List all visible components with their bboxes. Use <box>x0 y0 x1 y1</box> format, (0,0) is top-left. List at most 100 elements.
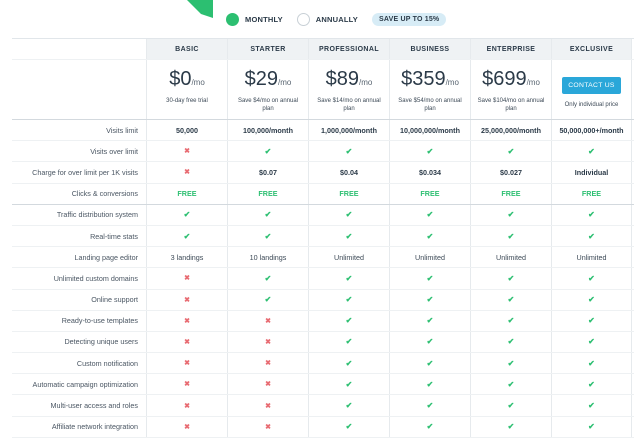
feature-cell-basic: ✖ <box>146 374 227 395</box>
feature-cell-exclusive: ✔ <box>551 289 632 310</box>
feature-cell-professional: ✔ <box>308 353 389 374</box>
feature-value: 1,000,000/month <box>321 125 377 135</box>
feature-label: Unlimited custom domains <box>53 273 138 283</box>
feature-cell-professional: ✔ <box>308 310 389 331</box>
check-icon: ✔ <box>345 273 353 283</box>
feature-cell-exclusive: ✔ <box>551 416 632 437</box>
check-icon: ✔ <box>426 210 434 220</box>
feature-value: $0.04 <box>340 167 358 177</box>
feature-cell-professional: 1,000,000/month <box>308 120 389 141</box>
feature-cell-exclusive: ✔ <box>551 353 632 374</box>
feature-cell-enterprise: ✔ <box>470 374 551 395</box>
feature-cell-exclusive: ✔ <box>551 225 632 247</box>
feature-cell-enterprise: ✔ <box>470 141 551 162</box>
contact-us-button[interactable]: CONTACT US <box>562 77 621 94</box>
feature-cell-professional: FREE <box>308 183 389 204</box>
check-icon: ✔ <box>345 231 353 241</box>
feature-cell-starter: ✔ <box>227 225 308 247</box>
feature-cell-professional: ✔ <box>308 331 389 353</box>
plan-name-exclusive: EXCLUSIVE <box>551 39 632 59</box>
monthly-label[interactable]: MONTHLY <box>245 15 283 24</box>
check-icon: ✔ <box>588 422 595 432</box>
feature-cell-basic: ✖ <box>146 353 227 374</box>
table-row: Clicks & conversions FREE FREE FREE FREE FREE… <box>12 183 634 205</box>
feature-cell-exclusive: ✔ <box>551 395 632 416</box>
annually-radio[interactable] <box>296 12 310 26</box>
feature-cell-enterprise: ✔ <box>470 416 551 437</box>
save-badge: SAVE UP TO 15% <box>371 12 447 26</box>
check-icon: ✔ <box>264 295 272 305</box>
check-icon: ✔ <box>426 316 434 326</box>
feature-label: Custom notification <box>76 358 138 368</box>
check-icon: ✔ <box>426 146 434 156</box>
feature-value: 3 landings <box>170 252 204 262</box>
plan-name-enterprise: ENTERPRISE <box>470 39 551 59</box>
check-icon: ✔ <box>588 146 595 156</box>
feature-cell-professional: $0.04 <box>308 162 389 183</box>
feature-cell-starter: ✔ <box>227 289 308 310</box>
plan-name-basic: BASIC <box>146 39 227 59</box>
feature-cell-exclusive: ✔ <box>551 204 632 225</box>
check-icon: ✔ <box>264 231 272 241</box>
feature-cell-exclusive: FREE <box>551 183 632 204</box>
price-note-starter: Save $4/mo on annual plan <box>237 98 299 112</box>
check-icon: ✔ <box>345 401 353 411</box>
feature-cell-business: ✔ <box>389 416 470 437</box>
table-row: Traffic distribution system ✔ ✔ ✔ ✔ ✔ ✔ <box>12 204 634 226</box>
price-note-business: Save $54/mo on annual plan <box>398 98 462 112</box>
feature-cell-starter: ✖ <box>227 395 308 416</box>
feature-cell-basic: ✖ <box>146 310 227 331</box>
price-cell-enterprise: $699/mo Save $104/mo on annual plan <box>470 60 551 119</box>
price-starter: $29/mo <box>244 68 292 90</box>
cross-icon: ✖ <box>184 169 190 177</box>
price-note-enterprise: Save $104/mo on annual plan <box>477 98 545 112</box>
table-row: Real-time stats ✔ ✔ ✔ ✔ ✔ ✔ <box>12 225 634 248</box>
table-row: Charge for over limit per 1K visits ✖ $0.0… <box>12 162 634 184</box>
feature-cell-enterprise: FREE <box>470 183 551 204</box>
feature-cell-business: ✔ <box>389 310 470 331</box>
feature-label: Real-time stats <box>90 231 138 241</box>
table-row: Visits limit 50,000 100,000/month 1,000,000… <box>12 120 634 142</box>
free-label: FREE <box>258 189 278 199</box>
check-icon: ✔ <box>345 358 353 368</box>
feature-label: Affiliate network integration <box>51 422 138 432</box>
free-label: FREE <box>420 189 440 199</box>
feature-label: Ready-to-use templates <box>61 316 138 326</box>
check-icon: ✔ <box>507 401 515 411</box>
check-icon: ✔ <box>507 316 515 326</box>
feature-cell-enterprise: ✔ <box>470 310 551 331</box>
annually-label[interactable]: ANNUALLY <box>316 15 358 24</box>
feature-cell-starter: 100,000/month <box>227 120 308 141</box>
feature-cell-business: ✔ <box>389 225 470 247</box>
feature-cell-starter: ✖ <box>227 374 308 395</box>
feature-cell-business: ✔ <box>389 289 470 310</box>
pricing-table: BASIC STARTER PROFESSIONAL BUSINESS ENTE… <box>12 38 634 438</box>
feature-cell-professional: ✔ <box>308 395 389 416</box>
feature-value: 25,000,000/month <box>481 125 541 135</box>
check-icon: ✔ <box>264 273 272 283</box>
feature-cell-enterprise: ✔ <box>470 268 551 289</box>
feature-cell-starter: ✖ <box>227 331 308 353</box>
feature-cell-enterprise: ✔ <box>470 353 551 374</box>
feature-label: Detecting unique users <box>64 337 138 347</box>
feature-cell-professional: ✔ <box>308 204 389 225</box>
feature-cell-business: $0.034 <box>389 162 470 183</box>
monthly-radio[interactable] <box>226 12 239 26</box>
feature-cell-basic: FREE <box>146 183 227 204</box>
feature-cell-professional: Unlimited <box>308 247 389 268</box>
feature-cell-basic: ✖ <box>146 268 227 289</box>
price-enterprise: $699/mo <box>482 68 540 90</box>
feature-cell-basic: ✖ <box>146 331 227 353</box>
feature-cell-exclusive: Unlimited <box>551 247 632 268</box>
cross-icon: ✖ <box>265 317 271 325</box>
feature-cell-enterprise: ✔ <box>470 395 551 416</box>
feature-cell-business: ✔ <box>389 268 470 289</box>
feature-value: $0.07 <box>259 167 277 177</box>
feature-label: Automatic campaign optimization <box>32 379 138 389</box>
feature-cell-exclusive: ✔ <box>551 268 632 289</box>
feature-cell-basic: ✔ <box>146 225 227 247</box>
feature-cell-professional: ✔ <box>308 289 389 310</box>
feature-cell-basic: ✖ <box>146 141 227 162</box>
free-label: FREE <box>177 189 197 199</box>
feature-rows: Visits limit 50,000 100,000/month 1,000,000… <box>12 120 634 438</box>
